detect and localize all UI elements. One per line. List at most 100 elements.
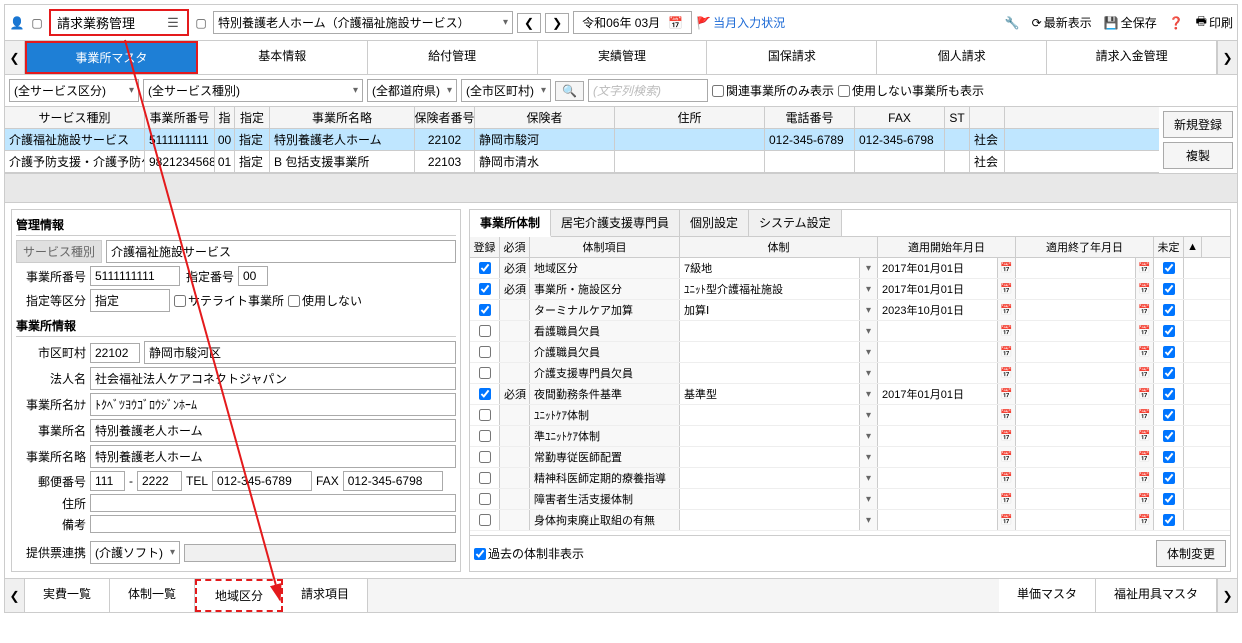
refresh-button[interactable]: ⟳ 最新表示 [1032, 14, 1092, 31]
tab-scroll-left[interactable]: ❮ [5, 41, 25, 74]
scroll-up-icon[interactable]: ▲ [1184, 237, 1202, 257]
filter-prefecture[interactable]: (全都道府県)▾ [367, 79, 457, 102]
print-button[interactable]: 🖶 印刷 [1196, 12, 1233, 33]
tab-office-system[interactable]: 事業所体制 [470, 210, 551, 237]
facility-select[interactable]: 特別養護老人ホーム（介護福祉施設サービス） ▾ [213, 11, 513, 34]
grid-header-cell: 事業所番号 [145, 107, 215, 128]
table-row[interactable]: 介護予防支援・介護予防ケ982123456801指定B 包括支援事業所22103… [5, 151, 1159, 173]
detail-row[interactable]: 介護支援専門員欠員▾📅📅 [470, 363, 1230, 384]
service-type-value: 介護福祉施設サービス [106, 240, 456, 263]
calendar-icon[interactable]: 📅 [668, 16, 683, 30]
office-no-input[interactable]: 5111111111 [90, 266, 180, 286]
search-button[interactable]: 🔍 [555, 81, 584, 101]
detail-row[interactable]: 必須地域区分7級地▾2017年01月01日📅📅 [470, 258, 1230, 279]
btab-billing-items[interactable]: 請求項目 [283, 579, 368, 612]
save-all-button[interactable]: 💾 全保存 [1104, 14, 1157, 31]
tab-care-manager[interactable]: 居宅介護支援専門員 [551, 210, 680, 236]
detail-row[interactable]: ターミナルケア加算加算Ⅰ▾2023年10月01日📅📅 [470, 300, 1230, 321]
postal1-input[interactable]: 111 [90, 471, 125, 491]
detail-row[interactable]: 準ﾕﾆｯﾄｹｱ体制▾📅📅 [470, 426, 1230, 447]
filter-row: (全サービス区分)▾ (全サービス種別)▾ (全都道府県)▾ (全市区町村)▾ … [5, 75, 1237, 107]
detail-row[interactable]: 身体拘束廃止取組の有無▾📅📅 [470, 510, 1230, 531]
tab-benefit-mgmt[interactable]: 給付管理 [368, 41, 538, 74]
book-icon[interactable]: ▢ [29, 15, 45, 31]
mgmt-info-title: 管理情報 [16, 214, 456, 236]
city-name-input[interactable]: 静岡市駿河区 [144, 341, 456, 364]
tel-input[interactable]: 012-345-6789 [212, 471, 312, 491]
filter-related-only[interactable]: 関連事業所のみ表示 [712, 82, 834, 99]
date-display[interactable]: 令和06年 03月 📅 [573, 11, 692, 34]
detail-panel: 事業所体制 居宅介護支援専門員 個別設定 システム設定 登録必須体制項目体制適用… [469, 209, 1231, 572]
tab-office-master[interactable]: 事業所マスタ [25, 41, 198, 74]
tab-scroll-right[interactable]: ❯ [1217, 41, 1237, 74]
module-title-box[interactable]: 請求業務管理 ☰ [49, 9, 189, 36]
bottom-scroll-left[interactable]: ❮ [5, 579, 25, 612]
btab-expense-list[interactable]: 実費一覧 [25, 579, 110, 612]
tab-personal-claim[interactable]: 個人請求 [877, 41, 1047, 74]
book-icon-2[interactable]: ▢ [193, 15, 209, 31]
tab-result-mgmt[interactable]: 実績管理 [538, 41, 708, 74]
prev-month-button[interactable]: ❮ [517, 13, 541, 33]
grid-header-cell: 指定 [235, 107, 270, 128]
grid-header-cell: 保険者番号 [415, 107, 475, 128]
grid-header-cell: 指 [215, 107, 235, 128]
filter-service-type[interactable]: (全サービス種別)▾ [143, 79, 363, 102]
detail-row[interactable]: 常勤専従医師配置▾📅📅 [470, 447, 1230, 468]
tab-individual[interactable]: 個別設定 [680, 210, 749, 236]
satellite-checkbox[interactable]: サテライト事業所 [174, 292, 284, 309]
btab-unit-price-master[interactable]: 単価マスタ [999, 579, 1096, 612]
remarks-input[interactable] [90, 515, 456, 533]
search-input[interactable]: (文字列検索) [588, 79, 708, 102]
btab-welfare-equip-master[interactable]: 福祉用具マスタ [1096, 579, 1217, 612]
office-short-input[interactable]: 特別養護老人ホーム [90, 445, 456, 468]
grid-header-cell: 電話番号 [765, 107, 855, 128]
unused-checkbox[interactable]: 使用しない [288, 292, 362, 309]
office-grid: サービス種別事業所番号指指定事業所名略保険者番号保険者住所電話番号FAXST 介… [5, 107, 1159, 173]
address-input[interactable] [90, 494, 456, 512]
status-link[interactable]: 🚩 当月入力状況 [696, 14, 785, 31]
grid-header-cell: 事業所名略 [270, 107, 415, 128]
btab-region-class[interactable]: 地域区分 [195, 579, 283, 612]
bottom-scroll-right[interactable]: ❯ [1217, 579, 1237, 612]
btab-system-list[interactable]: 体制一覧 [110, 579, 195, 612]
provision-link-select[interactable]: (介護ソフト)▾ [90, 541, 180, 564]
detail-row[interactable]: 看護職員欠員▾📅📅 [470, 321, 1230, 342]
grid-header-cell [970, 107, 1005, 128]
filter-show-unused[interactable]: 使用しない事業所も表示 [838, 82, 984, 99]
detail-row[interactable]: 必須事業所・施設区分ﾕﾆｯﾄ型介護福祉施設▾2017年01月01日📅📅 [470, 279, 1230, 300]
filter-city[interactable]: (全市区町村)▾ [461, 79, 551, 102]
detail-row[interactable]: 介護職員欠員▾📅📅 [470, 342, 1230, 363]
tab-system[interactable]: システム設定 [749, 210, 842, 236]
next-month-button[interactable]: ❯ [545, 13, 569, 33]
grid-header-cell: サービス種別 [5, 107, 145, 128]
tab-kokuho-claim[interactable]: 国保請求 [707, 41, 877, 74]
tab-basic-info[interactable]: 基本情報 [198, 41, 368, 74]
copy-button[interactable]: 複製 [1163, 142, 1233, 169]
designation-class-select[interactable]: 指定 [90, 289, 170, 312]
help-icon[interactable]: ❓ [1169, 16, 1184, 30]
grid-header-cell: 保険者 [475, 107, 615, 128]
city-code-input[interactable]: 22102 [90, 343, 140, 363]
office-kana-input[interactable]: ﾄｸﾍﾞﾂﾖｳｺﾞﾛｳｼﾞﾝﾎｰﾑ [90, 393, 456, 416]
wrench-icon[interactable]: 🔧 [1005, 16, 1020, 30]
user-icon: 👤 [9, 15, 25, 31]
list-icon[interactable]: ☰ [165, 15, 181, 31]
change-system-button[interactable]: 体制変更 [1156, 540, 1226, 567]
new-button[interactable]: 新規登録 [1163, 111, 1233, 138]
detail-row[interactable]: 障害者生活支援体制▾📅📅 [470, 489, 1230, 510]
designation-no-input[interactable]: 00 [238, 266, 268, 286]
detail-row[interactable]: 精神科医師定期的療養指導▾📅📅 [470, 468, 1230, 489]
hide-past-checkbox[interactable]: 過去の体制非表示 [474, 545, 584, 562]
main-tab-bar: ❮ 事業所マスタ 基本情報 給付管理 実績管理 国保請求 個人請求 請求入金管理… [5, 41, 1237, 75]
table-row[interactable]: 介護福祉施設サービス511111111100指定特別養護老人ホーム22102静岡… [5, 129, 1159, 151]
detail-row[interactable]: ﾕﾆｯﾄｹｱ体制▾📅📅 [470, 405, 1230, 426]
corp-name-input[interactable]: 社会福祉法人ケアコネクトジャパン [90, 367, 456, 390]
tab-payment-mgmt[interactable]: 請求入金管理 [1047, 41, 1217, 74]
filter-service-division[interactable]: (全サービス区分)▾ [9, 79, 139, 102]
office-name-input[interactable]: 特別養護老人ホーム [90, 419, 456, 442]
flag-icon: 🚩 [696, 16, 711, 30]
provision-link-path [184, 544, 456, 562]
detail-row[interactable]: 必須夜間勤務条件基準基準型▾2017年01月01日📅📅 [470, 384, 1230, 405]
postal2-input[interactable]: 2222 [137, 471, 182, 491]
fax-input[interactable]: 012-345-6798 [343, 471, 443, 491]
